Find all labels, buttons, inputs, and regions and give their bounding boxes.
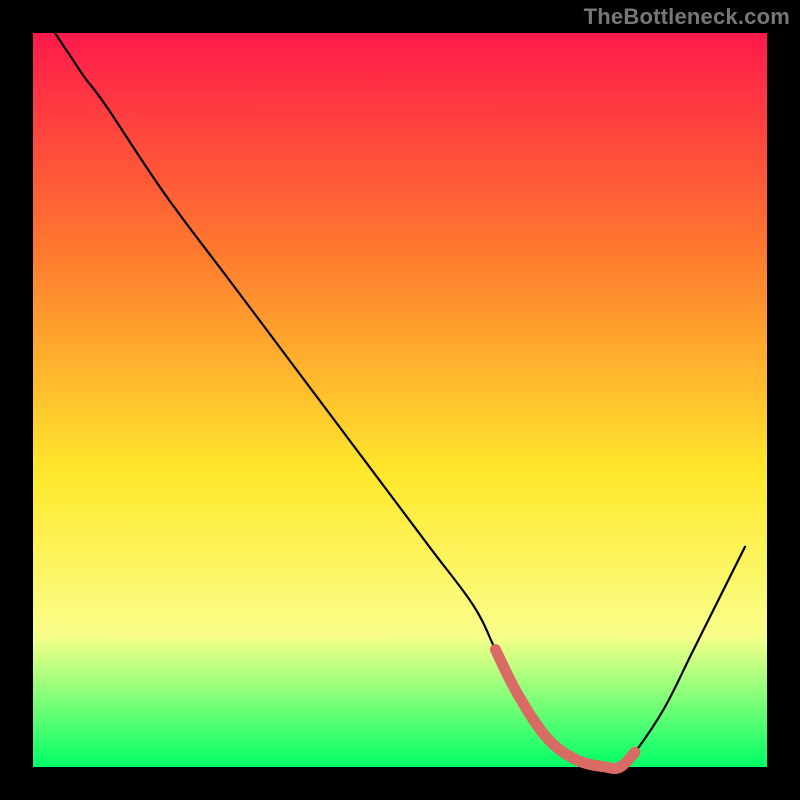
plot-background xyxy=(33,33,767,767)
chart-stage: TheBottleneck.com xyxy=(0,0,800,800)
bottleneck-chart xyxy=(0,0,800,800)
watermark-text: TheBottleneck.com xyxy=(584,4,790,30)
